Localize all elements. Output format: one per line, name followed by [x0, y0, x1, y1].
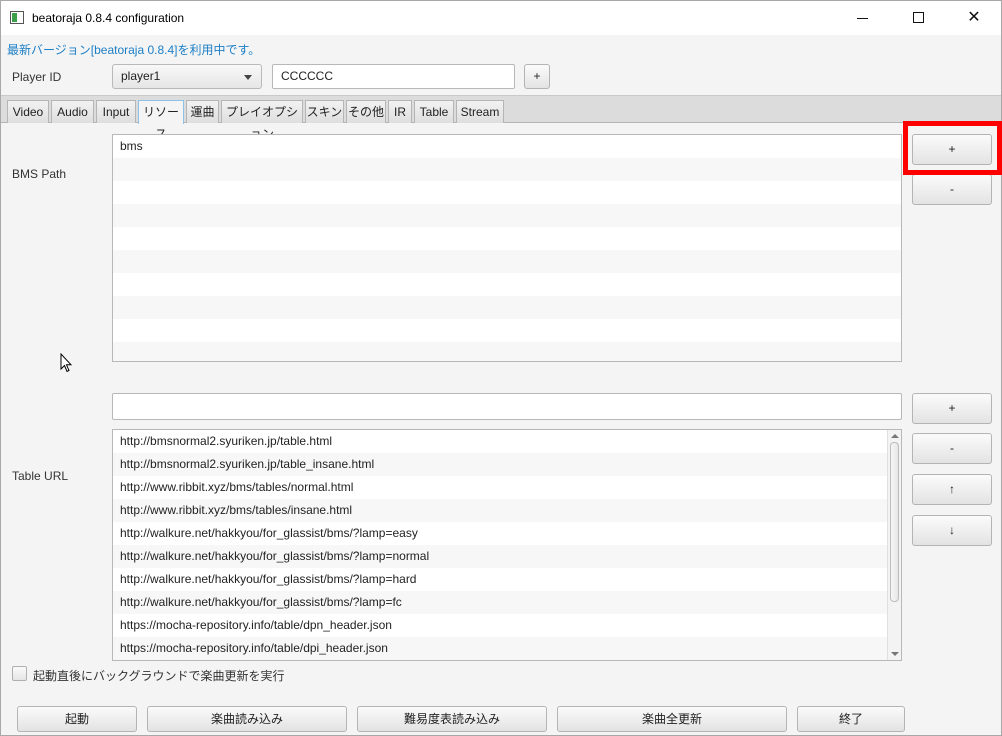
tab-other[interactable]: その他 — [346, 100, 386, 123]
empty-row — [113, 319, 901, 342]
config-window: beatoraja 0.8.4 configuration ✕ 最新バージョン[… — [0, 0, 1002, 736]
chevron-down-icon — [244, 75, 252, 80]
tab-bar: Video Audio Input リソース 運曲 プレイオプション スキン そ… — [1, 95, 1001, 141]
table-url-label: Table URL — [12, 469, 69, 483]
add-player-button[interactable]: + — [524, 64, 550, 89]
list-item[interactable]: http://walkure.net/hakkyou/for_glassist/… — [113, 568, 901, 591]
exit-button[interactable]: 終了 — [797, 706, 905, 732]
player-name-field[interactable]: CCCCCC — [272, 64, 515, 89]
tab-ir[interactable]: IR — [388, 100, 412, 123]
list-item[interactable]: http://walkure.net/hakkyou/for_glassist/… — [113, 545, 901, 568]
scroll-thumb[interactable] — [890, 442, 899, 602]
vertical-scrollbar[interactable] — [887, 430, 901, 660]
tab-input[interactable]: Input — [96, 100, 136, 123]
mouse-cursor-icon — [60, 353, 72, 373]
version-notice: 最新バージョン[beatoraja 0.8.4]を利用中です。 — [7, 43, 261, 57]
window-title: beatoraja 0.8.4 configuration — [32, 11, 185, 25]
tab-song[interactable]: 運曲 — [186, 100, 219, 123]
tab-resource[interactable]: リソース — [138, 100, 184, 141]
list-item[interactable]: http://www.ribbit.xyz/bms/tables/normal.… — [113, 476, 901, 499]
tab-stream[interactable]: Stream — [456, 100, 504, 123]
empty-row — [113, 250, 901, 273]
close-icon: ✕ — [967, 9, 981, 26]
table-url-list[interactable]: http://bmsnormal2.syuriken.jp/table.html… — [112, 429, 902, 661]
highlight-box — [903, 121, 1002, 175]
list-item[interactable]: http://walkure.net/hakkyou/for_glassist/… — [113, 522, 901, 545]
minimize-button[interactable] — [840, 1, 886, 35]
tab-audio[interactable]: Audio — [51, 100, 94, 123]
load-songs-button[interactable]: 楽曲読み込み — [147, 706, 347, 732]
empty-row — [113, 181, 901, 204]
minimize-icon — [857, 18, 868, 19]
player-select-value: player1 — [121, 69, 161, 83]
background-update-checkbox[interactable] — [12, 666, 27, 681]
list-item[interactable]: http://bmsnormal2.syuriken.jp/table.html — [113, 430, 901, 453]
table-url-input[interactable] — [112, 393, 902, 420]
app-icon — [10, 11, 24, 24]
empty-row — [113, 296, 901, 319]
list-item[interactable]: http://bmsnormal2.syuriken.jp/table_insa… — [113, 453, 901, 476]
load-tables-button[interactable]: 難易度表読み込み — [357, 706, 547, 732]
scroll-up-icon[interactable] — [891, 434, 899, 438]
remove-bms-path-button[interactable]: - — [912, 174, 992, 205]
remove-table-url-button[interactable]: - — [912, 433, 992, 464]
tab-table[interactable]: Table — [414, 100, 454, 123]
list-item[interactable]: http://www.ribbit.xyz/bms/tables/insane.… — [113, 499, 901, 522]
scroll-down-icon[interactable] — [891, 652, 899, 656]
tab-video[interactable]: Video — [7, 100, 49, 123]
maximize-icon — [913, 12, 924, 23]
maximize-button[interactable] — [895, 1, 941, 35]
tab-play-option[interactable]: プレイオプション — [221, 100, 303, 141]
close-button[interactable]: ✕ — [951, 1, 997, 35]
start-button[interactable]: 起動 — [17, 706, 137, 732]
add-table-url-button[interactable]: + — [912, 393, 992, 424]
bms-path-list[interactable]: bms — [112, 134, 902, 362]
list-item[interactable]: https://mocha-repository.info/table/dpi_… — [113, 637, 901, 660]
move-up-button[interactable]: ↑ — [912, 474, 992, 505]
list-item[interactable]: https://mocha-repository.info/table/dpn_… — [113, 614, 901, 637]
empty-row — [113, 204, 901, 227]
player-select[interactable]: player1 — [112, 64, 262, 89]
empty-row — [113, 227, 901, 250]
empty-row — [113, 342, 901, 361]
title-bar: beatoraja 0.8.4 configuration ✕ — [1, 1, 1001, 35]
empty-row — [113, 158, 901, 181]
background-update-label: 起動直後にバックグラウンドで楽曲更新を実行 — [33, 669, 285, 683]
move-down-button[interactable]: ↓ — [912, 515, 992, 546]
tab-skin[interactable]: スキン — [305, 100, 344, 123]
list-item[interactable]: http://walkure.net/hakkyou/for_glassist/… — [113, 591, 901, 614]
update-all-songs-button[interactable]: 楽曲全更新 — [557, 706, 787, 732]
empty-row — [113, 273, 901, 296]
bms-path-label: BMS Path — [12, 167, 67, 181]
list-item[interactable]: bms — [113, 135, 901, 158]
player-id-label: Player ID — [12, 70, 62, 84]
